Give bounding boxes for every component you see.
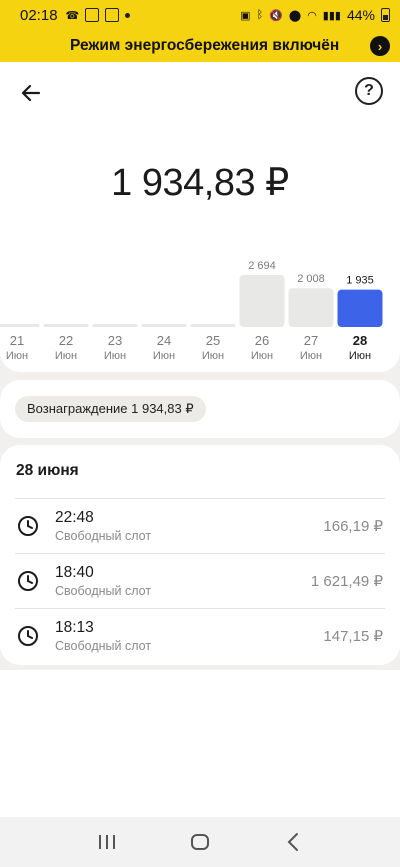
- chart-day-label: 25: [206, 333, 220, 348]
- chart-bar[interactable]: [43, 324, 89, 327]
- slot-row[interactable]: 22:48 Свободный слот 166,19 ₽: [15, 498, 385, 553]
- chart-day-label: 27: [304, 333, 318, 348]
- slot-row[interactable]: 18:40 Свободный слот 1 621,49 ₽: [15, 553, 385, 608]
- recents-button[interactable]: [92, 827, 122, 857]
- gallery-icon: [85, 8, 100, 22]
- earnings-chart-svg: 21 Июн 22 Июн 23 Июн 24 Июн 25 Июн 2 694 26 Июн 2 008…: [0, 260, 383, 362]
- wifi-icon: ◠: [307, 9, 317, 22]
- battery-percent: 44%: [346, 7, 375, 23]
- bluetooth-icon: ᛒ: [256, 9, 264, 21]
- chart-value-label: 1 935: [346, 275, 374, 287]
- tasks-icon: [105, 8, 120, 22]
- chart-month-label: Июн: [202, 350, 224, 362]
- chart-month-label: Июн: [55, 350, 77, 362]
- slot-subtitle: Свободный слот: [55, 639, 152, 653]
- reward-label: Вознаграждение 1 934,83 ₽: [27, 401, 194, 416]
- chart-month-label: Июн: [349, 350, 371, 362]
- slot-time: 22:48: [55, 509, 94, 526]
- power-saving-banner[interactable]: Режим энергосбережения включён ›: [0, 30, 400, 62]
- slot-subtitle: Свободный слот: [55, 584, 152, 598]
- home-button[interactable]: [185, 827, 215, 857]
- slot-time: 18:40: [55, 564, 94, 581]
- chart-month-label: Июн: [300, 350, 322, 362]
- system-nav-bar: [0, 817, 400, 867]
- chart-month-label: Июн: [104, 350, 126, 362]
- arrow-left-icon: [21, 84, 41, 102]
- chart-day-label: 23: [108, 333, 122, 348]
- day-card: 28 июня 22:48 Свободный слот 166,19 ₽ 18…: [0, 445, 400, 665]
- slot-time: 18:13: [55, 619, 94, 636]
- chart-value-label: 2 008: [297, 273, 325, 285]
- chart-day-label: 26: [255, 333, 269, 348]
- reward-chip[interactable]: Вознаграждение 1 934,83 ₽: [15, 396, 206, 422]
- slot-amount: 147,15 ₽: [323, 628, 383, 645]
- question-circle-icon: ?: [364, 82, 374, 99]
- slot-amount: 166,19 ₽: [323, 518, 383, 535]
- chart-bar[interactable]: [190, 324, 236, 327]
- slot-amount: 1 621,49 ₽: [310, 573, 383, 590]
- slot-row[interactable]: 18:13 Свободный слот 147,15 ₽: [15, 608, 385, 663]
- chart-month-label: Июн: [153, 350, 175, 362]
- chart-bar[interactable]: [288, 288, 334, 327]
- chart-bar[interactable]: [239, 275, 285, 327]
- nav-back-button[interactable]: [278, 827, 308, 857]
- call-icon: ☎: [65, 9, 80, 22]
- chart-month-label: Июн: [6, 350, 28, 362]
- home-icon: [190, 834, 209, 850]
- signal-icon: ▮▮▮: [322, 9, 341, 22]
- chart-bar[interactable]: [141, 324, 187, 327]
- slot-subtitle: Свободный слот: [55, 529, 152, 543]
- battery-icon: [381, 8, 390, 22]
- chart-day-label: 22: [59, 333, 73, 348]
- chart-value-label: 2 694: [248, 260, 276, 272]
- recents-icon: [98, 835, 115, 849]
- clock-icon: [18, 626, 38, 646]
- reward-card: Вознаграждение 1 934,83 ₽: [0, 380, 400, 438]
- nfc-icon: ▣: [240, 9, 251, 22]
- location-icon: ⬤: [288, 9, 302, 22]
- mute-icon: 🔇: [269, 9, 283, 22]
- chevron-left-icon: [287, 833, 299, 851]
- chart-bar[interactable]: [337, 289, 383, 327]
- clock-icon: [18, 571, 38, 591]
- help-button[interactable]: ?: [355, 77, 383, 105]
- total-amount: 1 934,83 ₽: [111, 162, 289, 204]
- day-title: 28 июня: [16, 462, 79, 479]
- chart-day-label: 24: [157, 333, 171, 348]
- chart-day-label: 28: [353, 333, 367, 348]
- chevron-right-circle-icon: ›: [370, 36, 390, 56]
- notification-dot-icon: [125, 12, 131, 18]
- status-time: 02:18: [20, 6, 58, 24]
- status-bar: 02:18 ☎ ▣ ᛒ 🔇 ⬤ ◠ ▮▮▮ 44%: [0, 0, 400, 30]
- chart-month-label: Июн: [251, 350, 273, 362]
- chart-day-label: 21: [10, 333, 24, 348]
- banner-text: Режим энергосбережения включён: [70, 37, 340, 54]
- chart-bar[interactable]: [92, 324, 138, 327]
- back-button[interactable]: [16, 78, 46, 108]
- chart-bar[interactable]: [0, 324, 40, 327]
- earnings-card: ? 1 934,83 ₽ 21 Июн 22 Июн 23 Июн 24 Июн 25 Июн 2 …: [0, 62, 400, 372]
- empty-area: [0, 670, 400, 817]
- clock-icon: [18, 516, 38, 536]
- earnings-chart: 21 Июн 22 Июн 23 Июн 24 Июн 25 Июн 2 694 26 Июн 2 008…: [0, 252, 400, 372]
